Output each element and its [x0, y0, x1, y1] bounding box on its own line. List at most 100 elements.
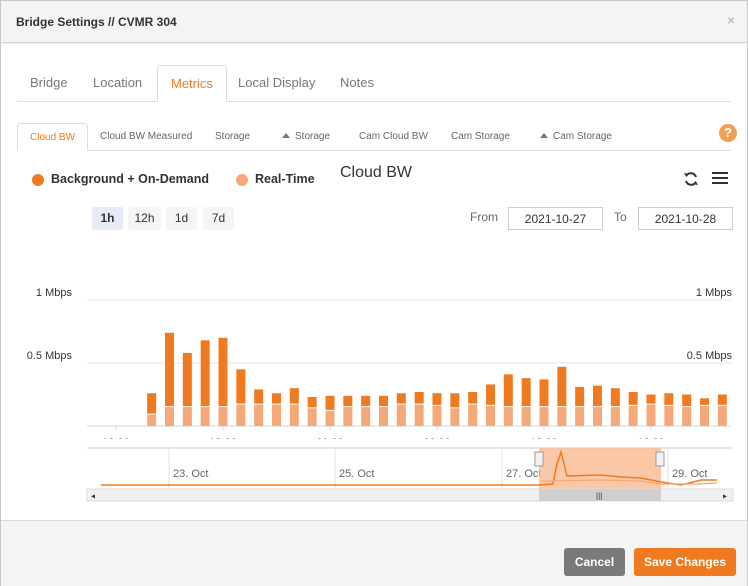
range-1d-button[interactable]: 1d: [166, 207, 197, 230]
bar-real-time[interactable]: [165, 407, 174, 426]
subtab-cloud-bw-measured[interactable]: Cloud BW Measured: [88, 123, 204, 151]
legend-background-on-demand[interactable]: Background + On-Demand: [51, 172, 209, 186]
cancel-button[interactable]: Cancel: [564, 548, 625, 576]
bar-background-on-demand[interactable]: [289, 388, 299, 404]
bar-background-on-demand[interactable]: [664, 393, 674, 405]
bar-background-on-demand[interactable]: [557, 366, 567, 407]
bar-real-time[interactable]: [646, 404, 656, 426]
subtab-storage-up[interactable]: Storage: [270, 123, 342, 151]
bar-real-time[interactable]: [343, 407, 353, 426]
bar-real-time[interactable]: [396, 404, 406, 426]
close-icon[interactable]: ×: [727, 12, 735, 28]
tab-metrics[interactable]: Metrics: [157, 65, 227, 102]
bar-real-time[interactable]: [486, 405, 495, 426]
bar-background-on-demand[interactable]: [539, 379, 549, 407]
bar-real-time[interactable]: [236, 404, 246, 426]
range-1h-button[interactable]: 1h: [92, 207, 123, 230]
subtab-cam-storage-up[interactable]: Cam Storage: [528, 123, 624, 151]
x-axis-label: 12:00: [530, 437, 558, 439]
scroll-right-icon[interactable]: ▸: [723, 492, 727, 501]
bar-background-on-demand[interactable]: [343, 395, 353, 407]
bar-background-on-demand[interactable]: [593, 385, 602, 407]
bar-real-time[interactable]: [450, 408, 460, 426]
bar-real-time[interactable]: [539, 407, 549, 426]
bar-real-time[interactable]: [307, 408, 317, 426]
bar-background-on-demand[interactable]: [521, 378, 531, 407]
bar-real-time[interactable]: [610, 407, 620, 426]
bar-background-on-demand[interactable]: [450, 393, 460, 408]
navigator-left-handle[interactable]: [534, 451, 544, 467]
bar-real-time[interactable]: [468, 404, 478, 426]
bar-real-time[interactable]: [717, 405, 727, 426]
scrollbar-grip-icon[interactable]: |||: [596, 492, 602, 501]
to-date-input[interactable]: [638, 207, 733, 230]
bar-real-time[interactable]: [682, 407, 692, 426]
bar-real-time[interactable]: [432, 405, 442, 426]
bar-real-time[interactable]: [664, 405, 674, 426]
bar-background-on-demand[interactable]: [236, 369, 246, 404]
bar-real-time[interactable]: [200, 407, 210, 426]
refresh-icon[interactable]: [683, 171, 699, 187]
bar-background-on-demand[interactable]: [717, 394, 727, 405]
help-icon[interactable]: ?: [719, 124, 737, 142]
range-12h-button[interactable]: 12h: [128, 207, 161, 230]
tab-bridge[interactable]: Bridge: [17, 65, 81, 102]
bar-background-on-demand[interactable]: [361, 395, 371, 407]
bar-background-on-demand[interactable]: [272, 393, 281, 404]
bar-real-time[interactable]: [254, 404, 264, 426]
legend-real-time[interactable]: Real-Time: [255, 172, 315, 186]
navigator-right-handle[interactable]: [655, 451, 665, 467]
bar-real-time[interactable]: [147, 414, 157, 426]
bar-real-time[interactable]: [593, 407, 602, 426]
bar-background-on-demand[interactable]: [503, 374, 513, 407]
bar-background-on-demand[interactable]: [396, 393, 406, 404]
bar-real-time[interactable]: [628, 405, 638, 426]
bar-background-on-demand[interactable]: [646, 394, 656, 404]
bar-real-time[interactable]: [575, 407, 585, 426]
range-navigator[interactable]: 23. Oct 25. Oct 27. Oct 29. Oct ◂ ▸ |||: [1, 444, 747, 504]
bar-real-time[interactable]: [289, 404, 299, 426]
range-7d-button[interactable]: 7d: [203, 207, 234, 230]
bar-real-time[interactable]: [361, 407, 371, 426]
bar-real-time[interactable]: [325, 410, 335, 426]
bar-background-on-demand[interactable]: [379, 395, 388, 407]
subtab-cam-cloud-bw[interactable]: Cam Cloud BW: [347, 123, 440, 151]
chart-title: Cloud BW: [340, 164, 413, 181]
bar-real-time[interactable]: [379, 407, 388, 426]
bar-real-time[interactable]: [700, 405, 709, 426]
bar-real-time[interactable]: [557, 407, 567, 426]
bar-background-on-demand[interactable]: [682, 394, 692, 407]
save-changes-button[interactable]: Save Changes: [634, 548, 736, 576]
bar-background-on-demand[interactable]: [414, 391, 424, 404]
bar-real-time[interactable]: [503, 407, 513, 426]
tab-local-display[interactable]: Local Display: [225, 65, 328, 102]
bar-background-on-demand[interactable]: [182, 352, 192, 407]
subtab-storage[interactable]: Storage: [203, 123, 262, 151]
bar-background-on-demand[interactable]: [432, 393, 442, 405]
bar-real-time[interactable]: [218, 407, 228, 426]
bar-real-time[interactable]: [521, 407, 531, 426]
subtab-cloud-bw[interactable]: Cloud BW: [17, 123, 89, 151]
bar-background-on-demand[interactable]: [165, 332, 174, 407]
bar-background-on-demand[interactable]: [218, 337, 228, 407]
bar-background-on-demand[interactable]: [147, 393, 157, 414]
subtab-cam-storage[interactable]: Cam Storage: [439, 123, 522, 151]
tab-notes[interactable]: Notes: [327, 65, 387, 102]
bar-background-on-demand[interactable]: [254, 389, 264, 404]
bar-background-on-demand[interactable]: [468, 391, 478, 404]
from-date-input[interactable]: [508, 207, 603, 230]
bar-real-time[interactable]: [272, 404, 281, 426]
scroll-left-icon[interactable]: ◂: [91, 492, 95, 501]
bar-background-on-demand[interactable]: [575, 386, 585, 407]
bar-background-on-demand[interactable]: [200, 340, 210, 407]
bar-real-time[interactable]: [182, 407, 192, 426]
bar-background-on-demand[interactable]: [486, 384, 495, 405]
hamburger-menu-icon[interactable]: [712, 172, 728, 186]
tab-location[interactable]: Location: [80, 65, 155, 102]
bar-background-on-demand[interactable]: [628, 391, 638, 405]
bar-background-on-demand[interactable]: [610, 388, 620, 407]
bar-background-on-demand[interactable]: [700, 398, 709, 405]
bar-background-on-demand[interactable]: [325, 395, 335, 410]
bar-real-time[interactable]: [414, 404, 424, 426]
bar-background-on-demand[interactable]: [307, 397, 317, 408]
